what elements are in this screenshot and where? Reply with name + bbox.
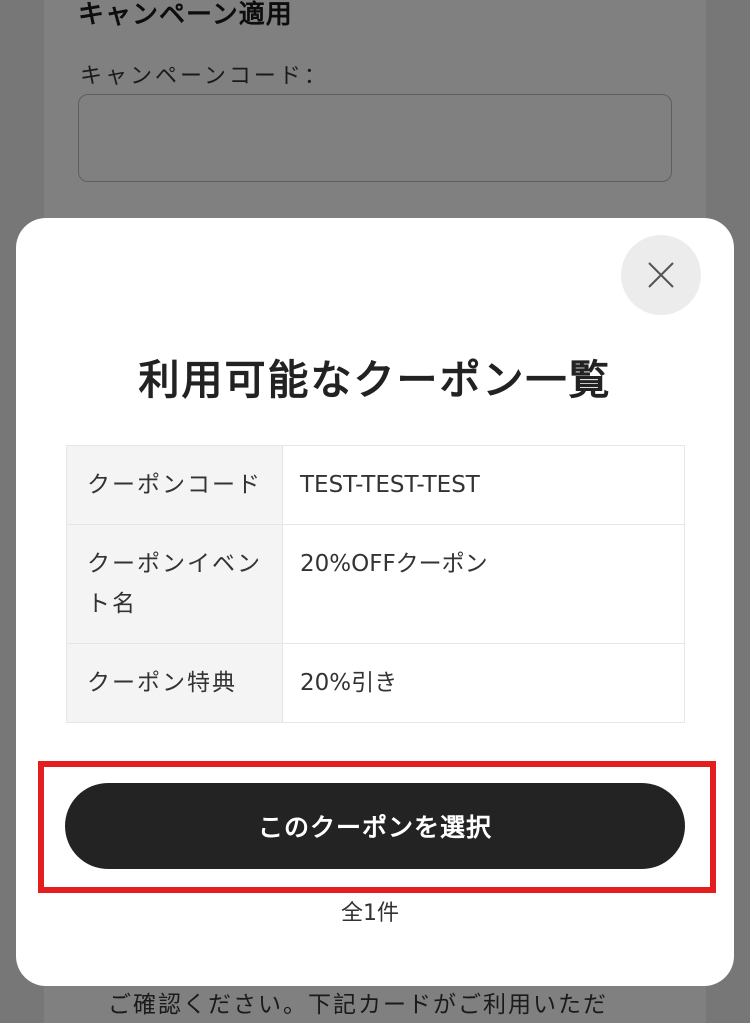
coupon-list-modal: 利用可能なクーポン一覧 クーポンコード TEST-TEST-TEST クーポンイ…	[16, 218, 734, 986]
close-icon	[648, 262, 674, 288]
coupon-benefit-label: クーポン特典	[66, 643, 283, 723]
coupon-code-value: TEST-TEST-TEST	[282, 445, 685, 525]
card-notice-text: ご確認ください。下記カードがご利用いただ	[108, 992, 608, 1018]
coupon-event-name-value: 20%OFFクーポン	[282, 524, 685, 644]
table-row: クーポン特典 20%引き	[66, 643, 685, 723]
table-row: クーポンイベント名 20%OFFクーポン	[66, 524, 685, 644]
coupon-benefit-value: 20%引き	[282, 643, 685, 723]
campaign-code-label: キャンペーンコード：	[80, 64, 329, 89]
campaign-code-input[interactable]	[78, 94, 672, 182]
modal-title: 利用可能なクーポン一覧	[138, 356, 612, 404]
coupon-event-name-label: クーポンイベント名	[66, 524, 283, 644]
close-button[interactable]	[621, 235, 701, 315]
table-row: クーポンコード TEST-TEST-TEST	[66, 445, 685, 525]
campaign-section-title: キャンペーン適用	[78, 0, 293, 30]
coupon-code-label: クーポンコード	[66, 445, 283, 525]
select-coupon-button[interactable]: このクーポンを選択	[65, 783, 685, 869]
result-count: 全1件	[341, 901, 399, 926]
coupon-details-table: クーポンコード TEST-TEST-TEST クーポンイベント名 20%OFFク…	[66, 445, 685, 723]
